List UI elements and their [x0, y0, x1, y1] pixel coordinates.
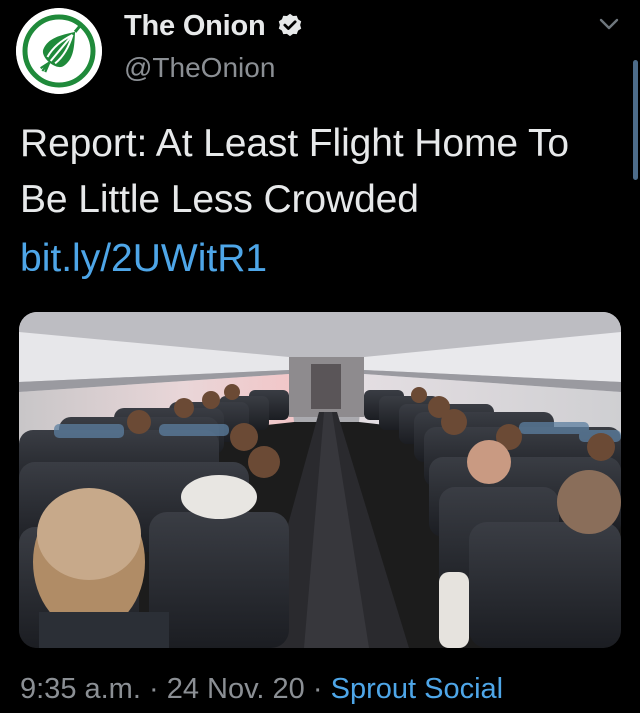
tweet-date[interactable]: 24 Nov. 20	[167, 673, 305, 705]
scrollbar[interactable]	[633, 60, 638, 180]
tweet-link[interactable]: bit.ly/2UWitR1	[20, 231, 267, 287]
tweet-time[interactable]: 9:35 a.m.	[20, 673, 141, 705]
tweet-source[interactable]: Sprout Social	[331, 673, 504, 705]
chevron-down-icon[interactable]	[596, 14, 622, 34]
airplane-cabin-photo	[19, 312, 621, 648]
verified-badge-icon	[278, 13, 301, 37]
onion-logo-icon	[16, 8, 102, 94]
avatar[interactable]	[16, 8, 102, 94]
meta-separator: ·	[312, 673, 323, 705]
handle[interactable]: @TheOnion	[124, 52, 275, 84]
tweet-media[interactable]	[19, 312, 621, 648]
display-name[interactable]: The Onion	[124, 10, 266, 43]
tweet-text: Report: At Least Flight Home To Be Littl…	[20, 122, 569, 221]
tweet: The Onion @TheOnion Report: At Least Fli…	[0, 0, 640, 713]
display-name-row[interactable]: The Onion	[124, 8, 304, 44]
meta-separator: ·	[148, 673, 159, 705]
tweet-meta: 9:35 a.m. · 24 Nov. 20 · Sprout Social	[20, 673, 503, 706]
